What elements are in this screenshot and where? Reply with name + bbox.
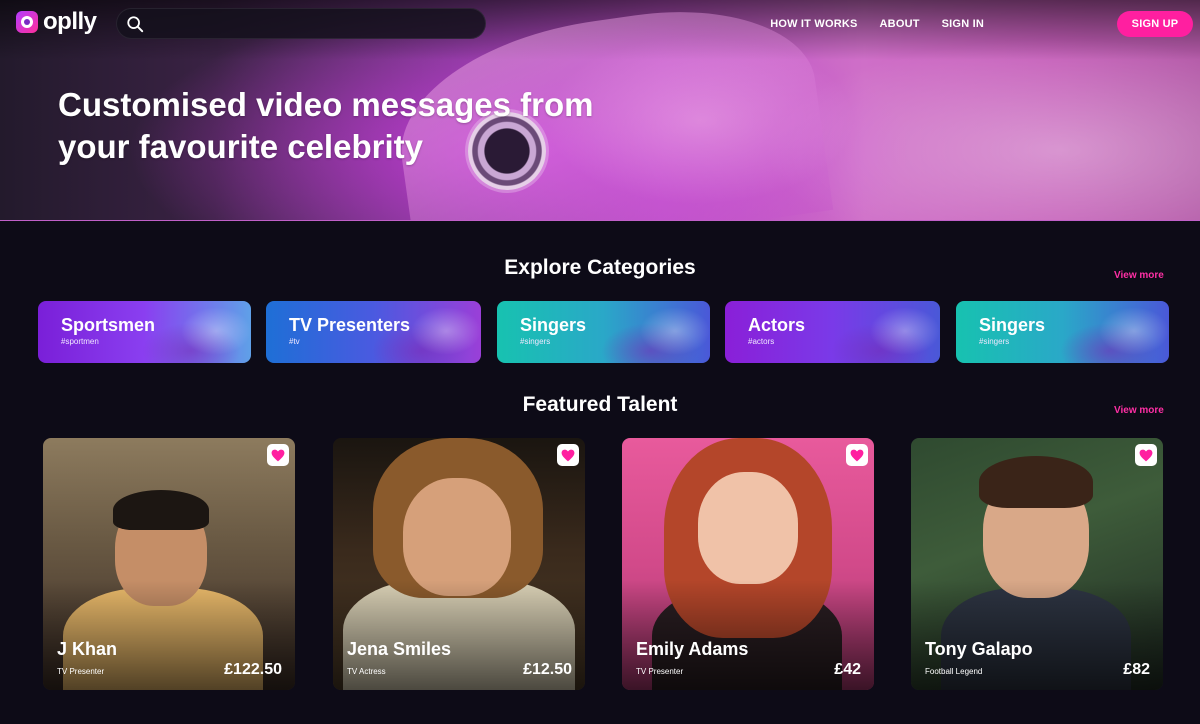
- talent-card-emily-adams[interactable]: Emily Adams TV Presenter £42: [622, 438, 874, 690]
- search-input[interactable]: [153, 13, 473, 35]
- featured-title: Featured Talent: [522, 393, 678, 416]
- heart-icon: [850, 449, 864, 461]
- nav-links: HOW IT WORKS ABOUT SIGN IN: [748, 18, 984, 30]
- sign-up-button[interactable]: SIGN UP: [1117, 11, 1193, 37]
- favorite-button[interactable]: [557, 444, 579, 466]
- category-card-actors[interactable]: Actors #actors: [725, 301, 940, 363]
- talent-photo-hair: [113, 490, 209, 530]
- category-image: [820, 301, 940, 363]
- category-card-sportsmen[interactable]: Sportsmen #sportmen: [38, 301, 251, 363]
- talent-price: £122.50: [224, 661, 282, 678]
- logo-icon: [16, 11, 38, 33]
- talent-card-j-khan[interactable]: J Khan TV Presenter £122.50: [43, 438, 295, 690]
- search-icon[interactable]: [126, 15, 144, 33]
- talent-role: TV Presenter: [636, 667, 684, 676]
- talent-photo-hair: [979, 456, 1093, 508]
- heart-icon: [561, 449, 575, 461]
- talent-photo-face: [403, 478, 511, 596]
- category-name: Singers: [979, 315, 1046, 335]
- category-card-singers[interactable]: Singers #singers: [497, 301, 710, 363]
- talent-role: TV Presenter: [57, 667, 105, 676]
- nav-about[interactable]: ABOUT: [880, 18, 920, 30]
- hero-title: Customised video messages from your favo…: [58, 86, 594, 165]
- categories-title: Explore Categories: [504, 256, 696, 279]
- category-tag: #singers: [979, 337, 1010, 346]
- heart-icon: [271, 449, 285, 461]
- talent-name: Jena Smiles: [347, 639, 452, 659]
- category-card-singers-2[interactable]: Singers #singers: [956, 301, 1169, 363]
- talent-price: £12.50: [523, 661, 572, 678]
- category-image: [590, 301, 710, 363]
- category-tag: #sportmen: [61, 337, 99, 346]
- talent-name: Tony Galapo: [925, 639, 1033, 659]
- talent-name: J Khan: [57, 639, 118, 659]
- category-name: Actors: [748, 315, 806, 335]
- talent-price: £42: [834, 661, 861, 678]
- talent-photo-face: [698, 472, 798, 584]
- talent-price: £82: [1123, 661, 1150, 678]
- category-tag: #actors: [748, 337, 775, 346]
- category-card-tv-presenters[interactable]: TV Presenters #tv: [266, 301, 481, 363]
- talent-name: Emily Adams: [636, 639, 749, 659]
- nav-sign-in[interactable]: SIGN IN: [942, 18, 984, 30]
- category-name: Sportsmen: [61, 315, 156, 335]
- heart-icon: [1139, 449, 1153, 461]
- favorite-button[interactable]: [267, 444, 289, 466]
- category-tag: #singers: [520, 337, 551, 346]
- search-bar[interactable]: [116, 8, 486, 39]
- talent-role: Football Legend: [925, 667, 983, 676]
- talent-card-tony-galapo[interactable]: Tony Galapo Football Legend £82: [911, 438, 1163, 690]
- category-tag: #tv: [289, 337, 300, 346]
- talent-card-jena-smiles[interactable]: Jena Smiles TV Actress £12.50: [333, 438, 585, 690]
- featured-view-more-link[interactable]: View more: [1114, 405, 1164, 416]
- top-navigation: oplly HOW IT WORKS ABOUT SIGN IN SIGN UP: [0, 0, 1200, 48]
- category-image: [1049, 301, 1169, 363]
- logo[interactable]: oplly: [16, 8, 97, 35]
- favorite-button[interactable]: [1135, 444, 1157, 466]
- category-name: Singers: [520, 315, 587, 335]
- category-name: TV Presenters: [289, 315, 411, 335]
- talent-role: TV Actress: [347, 667, 386, 676]
- logo-text: oplly: [43, 8, 97, 35]
- nav-how-it-works[interactable]: HOW IT WORKS: [770, 18, 857, 30]
- favorite-button[interactable]: [846, 444, 868, 466]
- categories-view-more-link[interactable]: View more: [1114, 270, 1164, 281]
